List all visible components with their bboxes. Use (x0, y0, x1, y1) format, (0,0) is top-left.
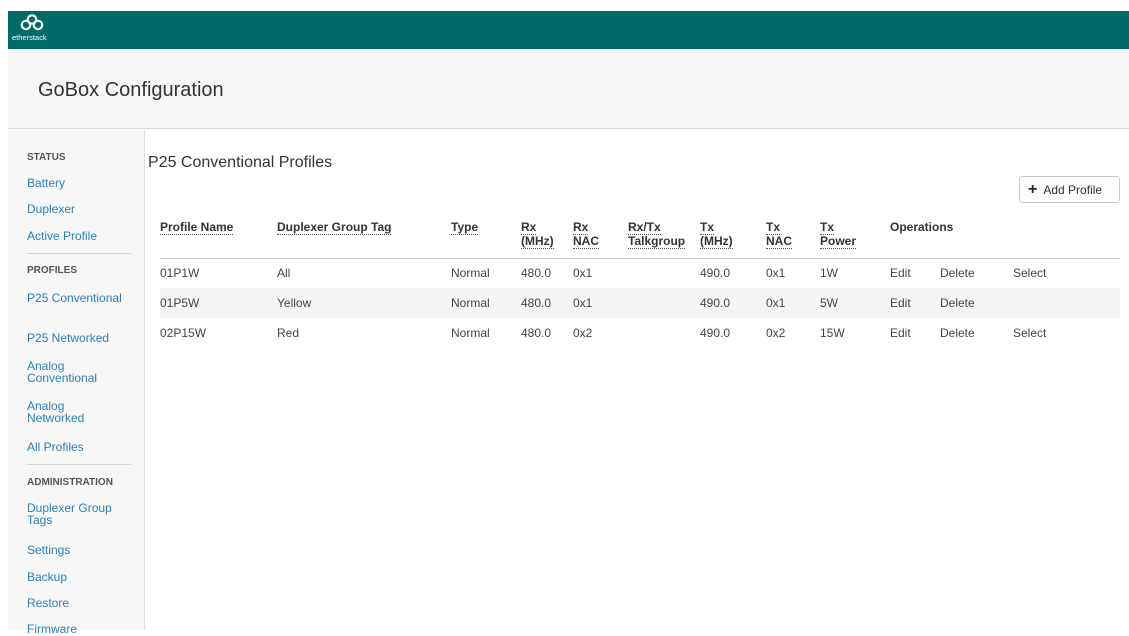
sidebar-item-battery[interactable]: Battery (27, 177, 65, 189)
cell-tx-nac: 0x1 (766, 288, 820, 318)
etherstack-logo[interactable]: etherstack (12, 14, 52, 46)
sidebar-item-firmware[interactable]: Firmware (27, 623, 77, 635)
col-profile-name[interactable]: Profile Name (160, 216, 277, 259)
cell-group-tag: Yellow (277, 288, 451, 318)
sidebar-item-analog-conventional[interactable]: Analog Conventional (27, 360, 127, 384)
sidebar-item-restore[interactable]: Restore (27, 597, 69, 609)
page-header: GoBox Configuration (8, 49, 1129, 129)
etherstack-logo-icon (20, 14, 44, 31)
cell-rx-nac: 0x1 (573, 266, 593, 281)
cell-group-tag: Red (277, 326, 300, 340)
cell-tx-power: 5W (820, 288, 890, 318)
sidebar-item-duplexer-group-tags[interactable]: Duplexer Group Tags (27, 502, 117, 526)
sidebar-divider (27, 253, 131, 254)
add-profile-label: Add Profile (1043, 182, 1103, 197)
col-tx-nac[interactable]: Tx NAC (766, 216, 820, 259)
sidebar-divider (27, 464, 131, 465)
cell-rx-nac: 0x2 (573, 326, 593, 340)
cell-talkgroup (628, 318, 700, 348)
cell-rx-mhz: 480.0 (521, 326, 552, 340)
col-tx-mhz[interactable]: Tx (MHz) (700, 216, 766, 259)
table-header-row: Profile Name Duplexer Group Tag Type Rx(… (160, 216, 1120, 259)
delete-link[interactable]: Delete (940, 318, 1013, 348)
select-link[interactable]: Select (1013, 318, 1120, 348)
sidebar-item-duplexer[interactable]: Duplexer (27, 203, 75, 215)
sidebar-heading-profiles: PROFILES (27, 265, 78, 276)
cell-rx-mhz: 480.0 (521, 288, 573, 318)
cell-tx-power: 15W (820, 326, 845, 340)
table-row: 02P15W Red Normal 480.0 0x2 490.0 0x2 15… (160, 318, 1120, 348)
sidebar-item-settings[interactable]: Settings (27, 544, 70, 556)
sidebar-item-p25-conventional[interactable]: P25 Conventional (27, 292, 127, 304)
page-title: P25 Conventional Profiles (148, 154, 333, 171)
delete-link[interactable]: Delete (940, 258, 1013, 288)
edit-link[interactable]: Edit (890, 288, 940, 318)
col-rx-mhz[interactable]: Rx (MHz) (521, 216, 573, 259)
sidebar-item-p25-networked[interactable]: P25 Networked (27, 332, 109, 344)
cell-profile-name: 01P1W (160, 266, 200, 281)
cell-rx-nac: 0x1 (573, 288, 628, 318)
top-bar: etherstack (8, 11, 1129, 49)
app-title: GoBox Configuration (38, 79, 224, 101)
cell-tx-power: 1W (820, 266, 838, 281)
add-profile-button[interactable]: + Add Profile (1019, 176, 1120, 203)
sidebar-heading-administration: ADMINISTRATION (27, 477, 113, 488)
col-rx-tx-talkgroup[interactable]: Rx/Tx Talkgroup (628, 216, 700, 259)
table-row: 01P5W Yellow Normal 480.0 0x1 490.0 0x1 … (160, 288, 1120, 318)
select-link (1013, 288, 1120, 318)
col-operations: Operations (890, 216, 1120, 259)
edit-link[interactable]: Edit (890, 258, 940, 288)
plus-icon: + (1028, 180, 1038, 198)
col-duplexer-group-tag[interactable]: Duplexer Group Tag (277, 216, 451, 259)
sidebar-item-analog-networked[interactable]: Analog Networked (27, 400, 107, 424)
sidebar-heading-status: STATUS (27, 152, 66, 163)
cell-type: Normal (451, 326, 490, 340)
cell-tx-mhz: 490.0 (700, 288, 766, 318)
select-link[interactable]: Select (1013, 258, 1120, 288)
sidebar-item-all-profiles[interactable]: All Profiles (27, 441, 84, 453)
table-row: 01P1W All Normal 480.0 0x1 490.0 0x1 1W … (160, 258, 1120, 288)
sidebar: STATUS Battery Duplexer Active Profile P… (8, 130, 145, 635)
cell-tx-mhz: 490.0 (700, 326, 731, 340)
col-rx-nac[interactable]: Rx NAC (573, 216, 628, 259)
col-type[interactable]: Type (451, 216, 521, 259)
edit-link[interactable]: Edit (890, 318, 940, 348)
cell-tx-mhz: 490.0 (700, 266, 731, 281)
sidebar-item-active-profile[interactable]: Active Profile (27, 230, 97, 242)
col-tx-power[interactable]: Tx Power (820, 216, 890, 259)
cell-tx-nac: 0x1 (766, 266, 786, 281)
cell-type: Normal (451, 288, 521, 318)
cell-tx-nac: 0x2 (766, 326, 786, 340)
delete-link[interactable]: Delete (940, 288, 1013, 318)
cell-profile-name: 02P15W (160, 326, 207, 340)
cell-talkgroup (628, 288, 700, 318)
main-content: P25 Conventional Profiles + Add Profile … (146, 130, 1129, 630)
cell-group-tag: All (277, 266, 291, 281)
cell-talkgroup (628, 258, 700, 288)
cell-rx-mhz: 480.0 (521, 266, 552, 281)
cell-type: Normal (451, 266, 490, 281)
sidebar-item-backup[interactable]: Backup (27, 571, 67, 583)
cell-profile-name: 01P5W (160, 288, 277, 318)
logo-text: etherstack (12, 33, 47, 42)
profiles-table: Profile Name Duplexer Group Tag Type Rx(… (160, 216, 1120, 348)
